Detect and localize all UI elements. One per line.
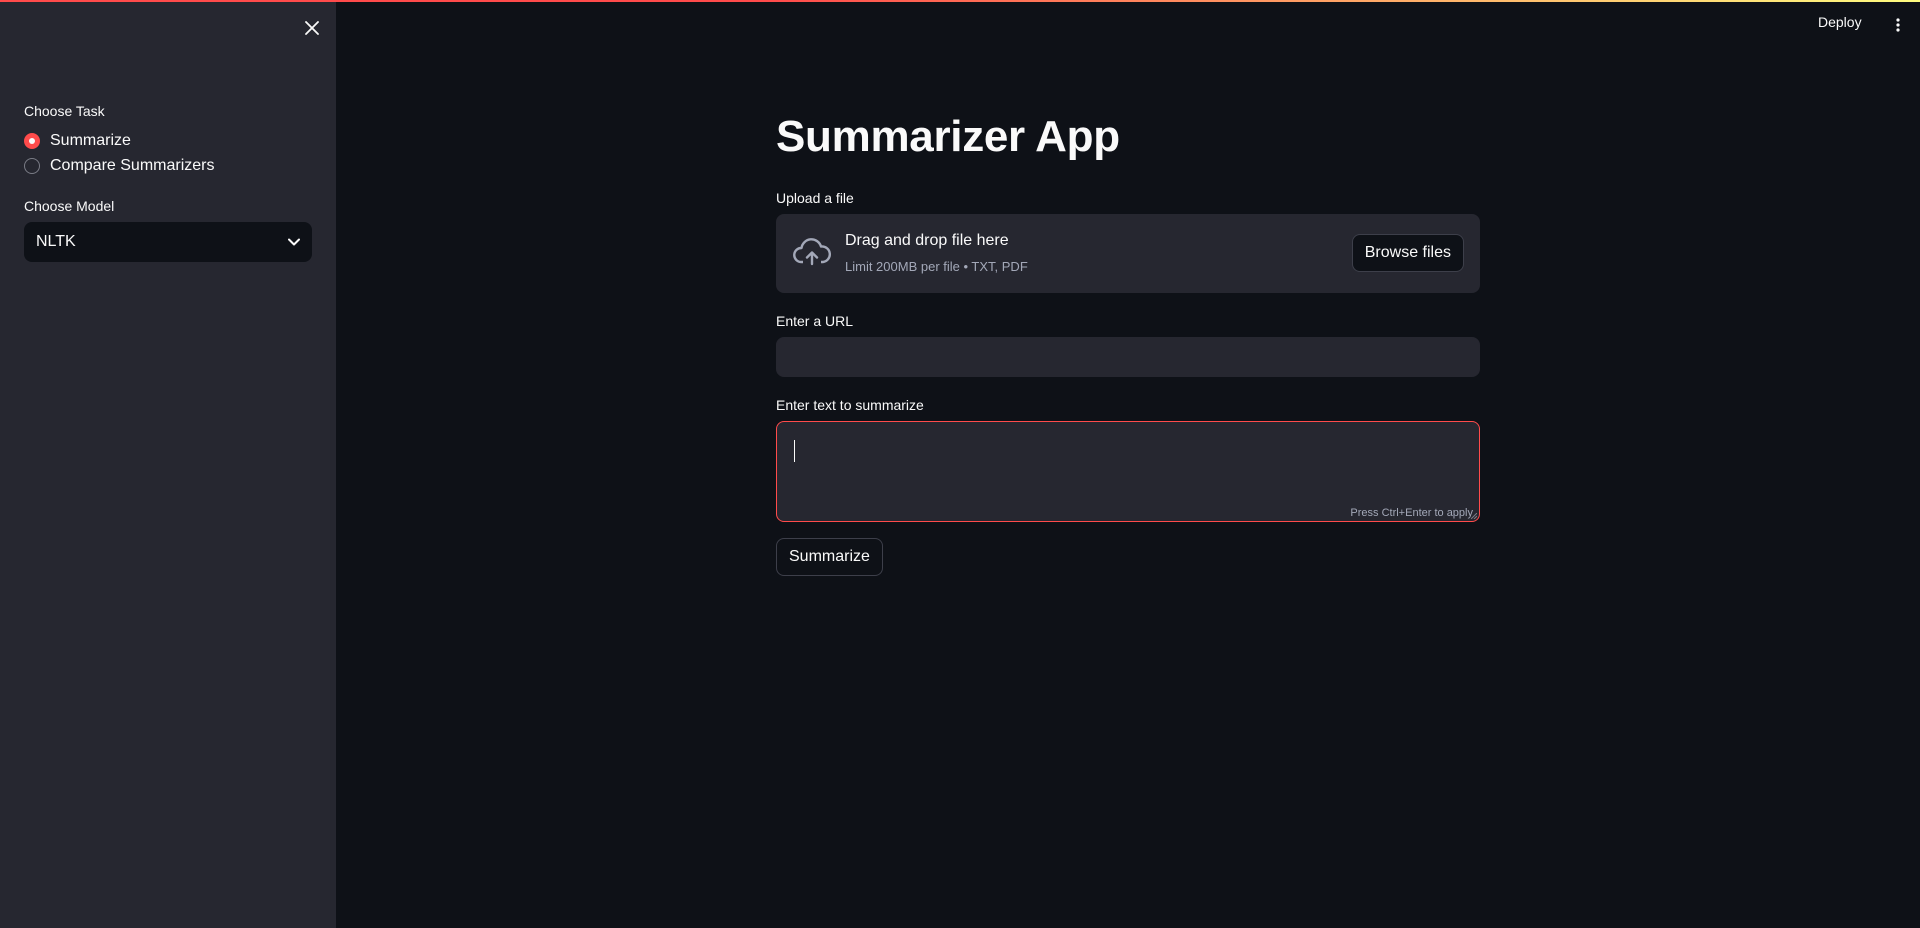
text-label: Enter text to summarize	[776, 397, 924, 413]
url-input[interactable]	[776, 337, 1480, 377]
deploy-button[interactable]: Deploy	[1818, 14, 1862, 30]
url-label: Enter a URL	[776, 313, 854, 329]
radio-unselected-icon[interactable]	[24, 158, 40, 174]
close-sidebar-button[interactable]	[300, 16, 324, 40]
top-decoration-bar	[0, 0, 1920, 2]
text-caret	[794, 440, 795, 462]
apply-hint: Press Ctrl+Enter to apply	[1350, 507, 1473, 519]
file-dropzone[interactable]: Drag and drop file here Limit 200MB per …	[776, 214, 1480, 293]
radio-option-compare[interactable]: Compare Summarizers	[24, 155, 214, 177]
radio-selected-icon[interactable]	[24, 133, 40, 149]
close-icon	[305, 21, 319, 35]
upload-label: Upload a file	[776, 190, 854, 206]
cloud-upload-icon	[793, 238, 832, 266]
radio-option-summarize[interactable]: Summarize	[24, 130, 131, 152]
model-select-value: NLTK	[36, 233, 76, 250]
chevron-down-icon	[288, 238, 300, 246]
radio-option-label: Summarize	[50, 132, 131, 149]
sidebar: Choose Task Summarize Compare Summarizer…	[0, 0, 336, 928]
dropzone-title: Drag and drop file here	[845, 232, 1009, 249]
model-select[interactable]: NLTK	[24, 222, 312, 262]
model-label: Choose Model	[24, 198, 115, 214]
page-title: Summarizer App	[776, 112, 1120, 161]
vertical-dots-icon	[1896, 18, 1900, 32]
task-label: Choose Task	[24, 103, 105, 119]
summarize-button[interactable]: Summarize	[776, 538, 883, 576]
radio-option-label: Compare Summarizers	[50, 157, 215, 174]
dropzone-limit: Limit 200MB per file • TXT, PDF	[845, 259, 1028, 274]
summary-textarea[interactable]: Press Ctrl+Enter to apply	[776, 421, 1480, 522]
resize-handle-icon[interactable]	[1471, 513, 1477, 519]
browse-files-button[interactable]: Browse files	[1351, 234, 1464, 272]
main-menu-button[interactable]	[1888, 14, 1908, 36]
